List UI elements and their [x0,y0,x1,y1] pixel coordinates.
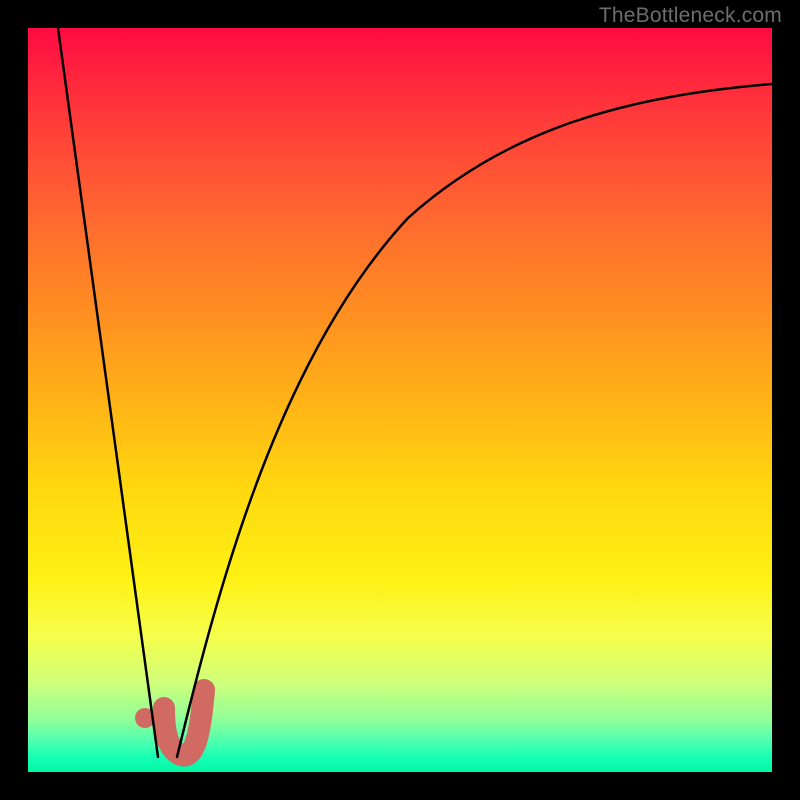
chart-frame: TheBottleneck.com [0,0,800,800]
series-left-descent [58,28,158,757]
chart-overlay [28,28,772,772]
series-j-hook [164,690,204,755]
series-right-curve [177,84,772,757]
watermark-label: TheBottleneck.com [599,4,782,28]
